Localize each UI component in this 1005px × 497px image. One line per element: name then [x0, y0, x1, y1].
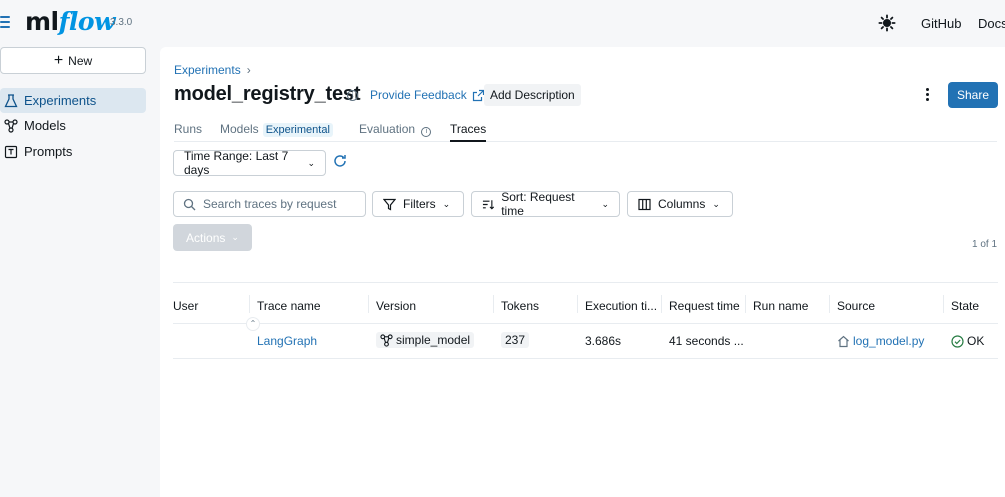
chevron-down-icon: ⌄: [712, 198, 720, 209]
chevron-down-icon: ⌄: [307, 157, 315, 168]
refresh-icon[interactable]: [332, 153, 348, 169]
table-header: User Trace name Version Tokens Execution…: [173, 282, 998, 331]
column-header-trace-name[interactable]: Trace name: [257, 299, 321, 313]
table-row[interactable]: LangGraph simple_model 237 3.686s 41 sec…: [173, 324, 998, 359]
info-icon[interactable]: i: [347, 90, 358, 101]
chevron-down-icon: ⌄: [601, 198, 609, 209]
cell-execution-time: 3.686s: [585, 334, 622, 348]
tab-models[interactable]: Models Experimental: [220, 122, 333, 142]
cell-source[interactable]: log_model.py: [837, 334, 924, 348]
breadcrumb[interactable]: Experiments ›: [174, 63, 251, 77]
column-header-user[interactable]: User: [173, 299, 198, 313]
columns-icon: [638, 198, 651, 210]
column-header-run-name[interactable]: Run name: [753, 299, 808, 313]
time-range-select[interactable]: Time Range: Last 7 days ⌄: [173, 149, 326, 177]
check-circle-icon: [951, 334, 964, 348]
cell-tokens: 237: [501, 332, 530, 348]
column-divider: [661, 295, 662, 313]
cell-state: OK: [951, 334, 984, 348]
prompt-icon: [4, 145, 18, 158]
sidebar-item-prompts[interactable]: Prompts: [0, 139, 146, 164]
docs-link[interactable]: Docs: [978, 16, 1005, 31]
column-divider: [493, 295, 494, 313]
column-divider: [577, 295, 578, 313]
mlflow-logo[interactable]: mlflow: [25, 7, 116, 36]
filter-icon: [383, 198, 396, 210]
pagination-label: 1 of 1: [972, 239, 998, 250]
models-icon: [4, 118, 18, 133]
sort-icon: [482, 199, 495, 210]
cell-version[interactable]: simple_model: [376, 332, 475, 348]
column-header-version[interactable]: Version: [376, 299, 416, 313]
column-divider: [829, 295, 830, 313]
sidebar-item-models[interactable]: Models: [0, 113, 146, 138]
provide-feedback-link[interactable]: Provide Feedback: [370, 88, 485, 102]
columns-button[interactable]: Columns ⌄: [627, 191, 733, 217]
home-icon: [838, 335, 849, 347]
search-icon: [183, 198, 196, 210]
cell-request-time: 41 seconds ...: [669, 334, 744, 348]
chevron-down-icon: ⌄: [442, 198, 451, 209]
main-panel: Experiments › model_registry_test i Provi…: [160, 47, 1005, 497]
column-divider: [745, 295, 746, 313]
filters-button[interactable]: Filters ⌄: [372, 191, 464, 217]
chevron-down-icon: ⌄: [231, 232, 239, 242]
tab-traces[interactable]: Traces: [450, 122, 487, 142]
share-button[interactable]: Share: [948, 82, 998, 108]
actions-button[interactable]: Actions ⌄: [173, 224, 252, 251]
page-title: model_registry_test: [174, 83, 361, 105]
external-link-icon: [472, 89, 484, 101]
column-divider: [368, 295, 369, 313]
cell-trace-name[interactable]: LangGraph: [257, 334, 317, 348]
theme-toggle-icon[interactable]: [878, 14, 896, 32]
column-header-state[interactable]: State: [951, 299, 979, 313]
search-input[interactable]: Search traces by request: [173, 191, 366, 217]
github-link[interactable]: GitHub: [921, 16, 961, 31]
column-divider: [249, 295, 250, 313]
models-icon: [380, 333, 393, 347]
plus-icon: +: [53, 51, 64, 69]
version-label: 3.3.0: [110, 17, 133, 28]
column-header-source[interactable]: Source: [837, 299, 875, 313]
sort-select[interactable]: Sort: Request time ⌄: [471, 190, 620, 218]
tab-evaluation[interactable]: Evaluation i: [359, 122, 432, 142]
more-options-icon[interactable]: [923, 85, 931, 103]
tab-runs[interactable]: Runs: [174, 122, 202, 142]
column-header-execution-time[interactable]: Execution ti...: [585, 299, 657, 313]
tab-bar: Runs Models Experimental Evaluation i Tra…: [174, 120, 997, 142]
info-icon: i: [421, 127, 432, 137]
column-header-request-time[interactable]: Request time: [669, 299, 740, 313]
new-button[interactable]: + New: [0, 47, 146, 74]
top-bar: mlflow 3.3.0 GitHub Docs: [0, 0, 1005, 46]
column-divider: [943, 295, 944, 313]
experimental-tag: Experimental: [262, 123, 333, 137]
add-description-button[interactable]: Add Description: [484, 84, 581, 106]
column-header-tokens[interactable]: Tokens: [501, 299, 539, 313]
sidebar-item-experiments[interactable]: Experiments: [0, 88, 146, 113]
beaker-icon: [4, 93, 18, 107]
menu-icon[interactable]: [0, 16, 12, 30]
